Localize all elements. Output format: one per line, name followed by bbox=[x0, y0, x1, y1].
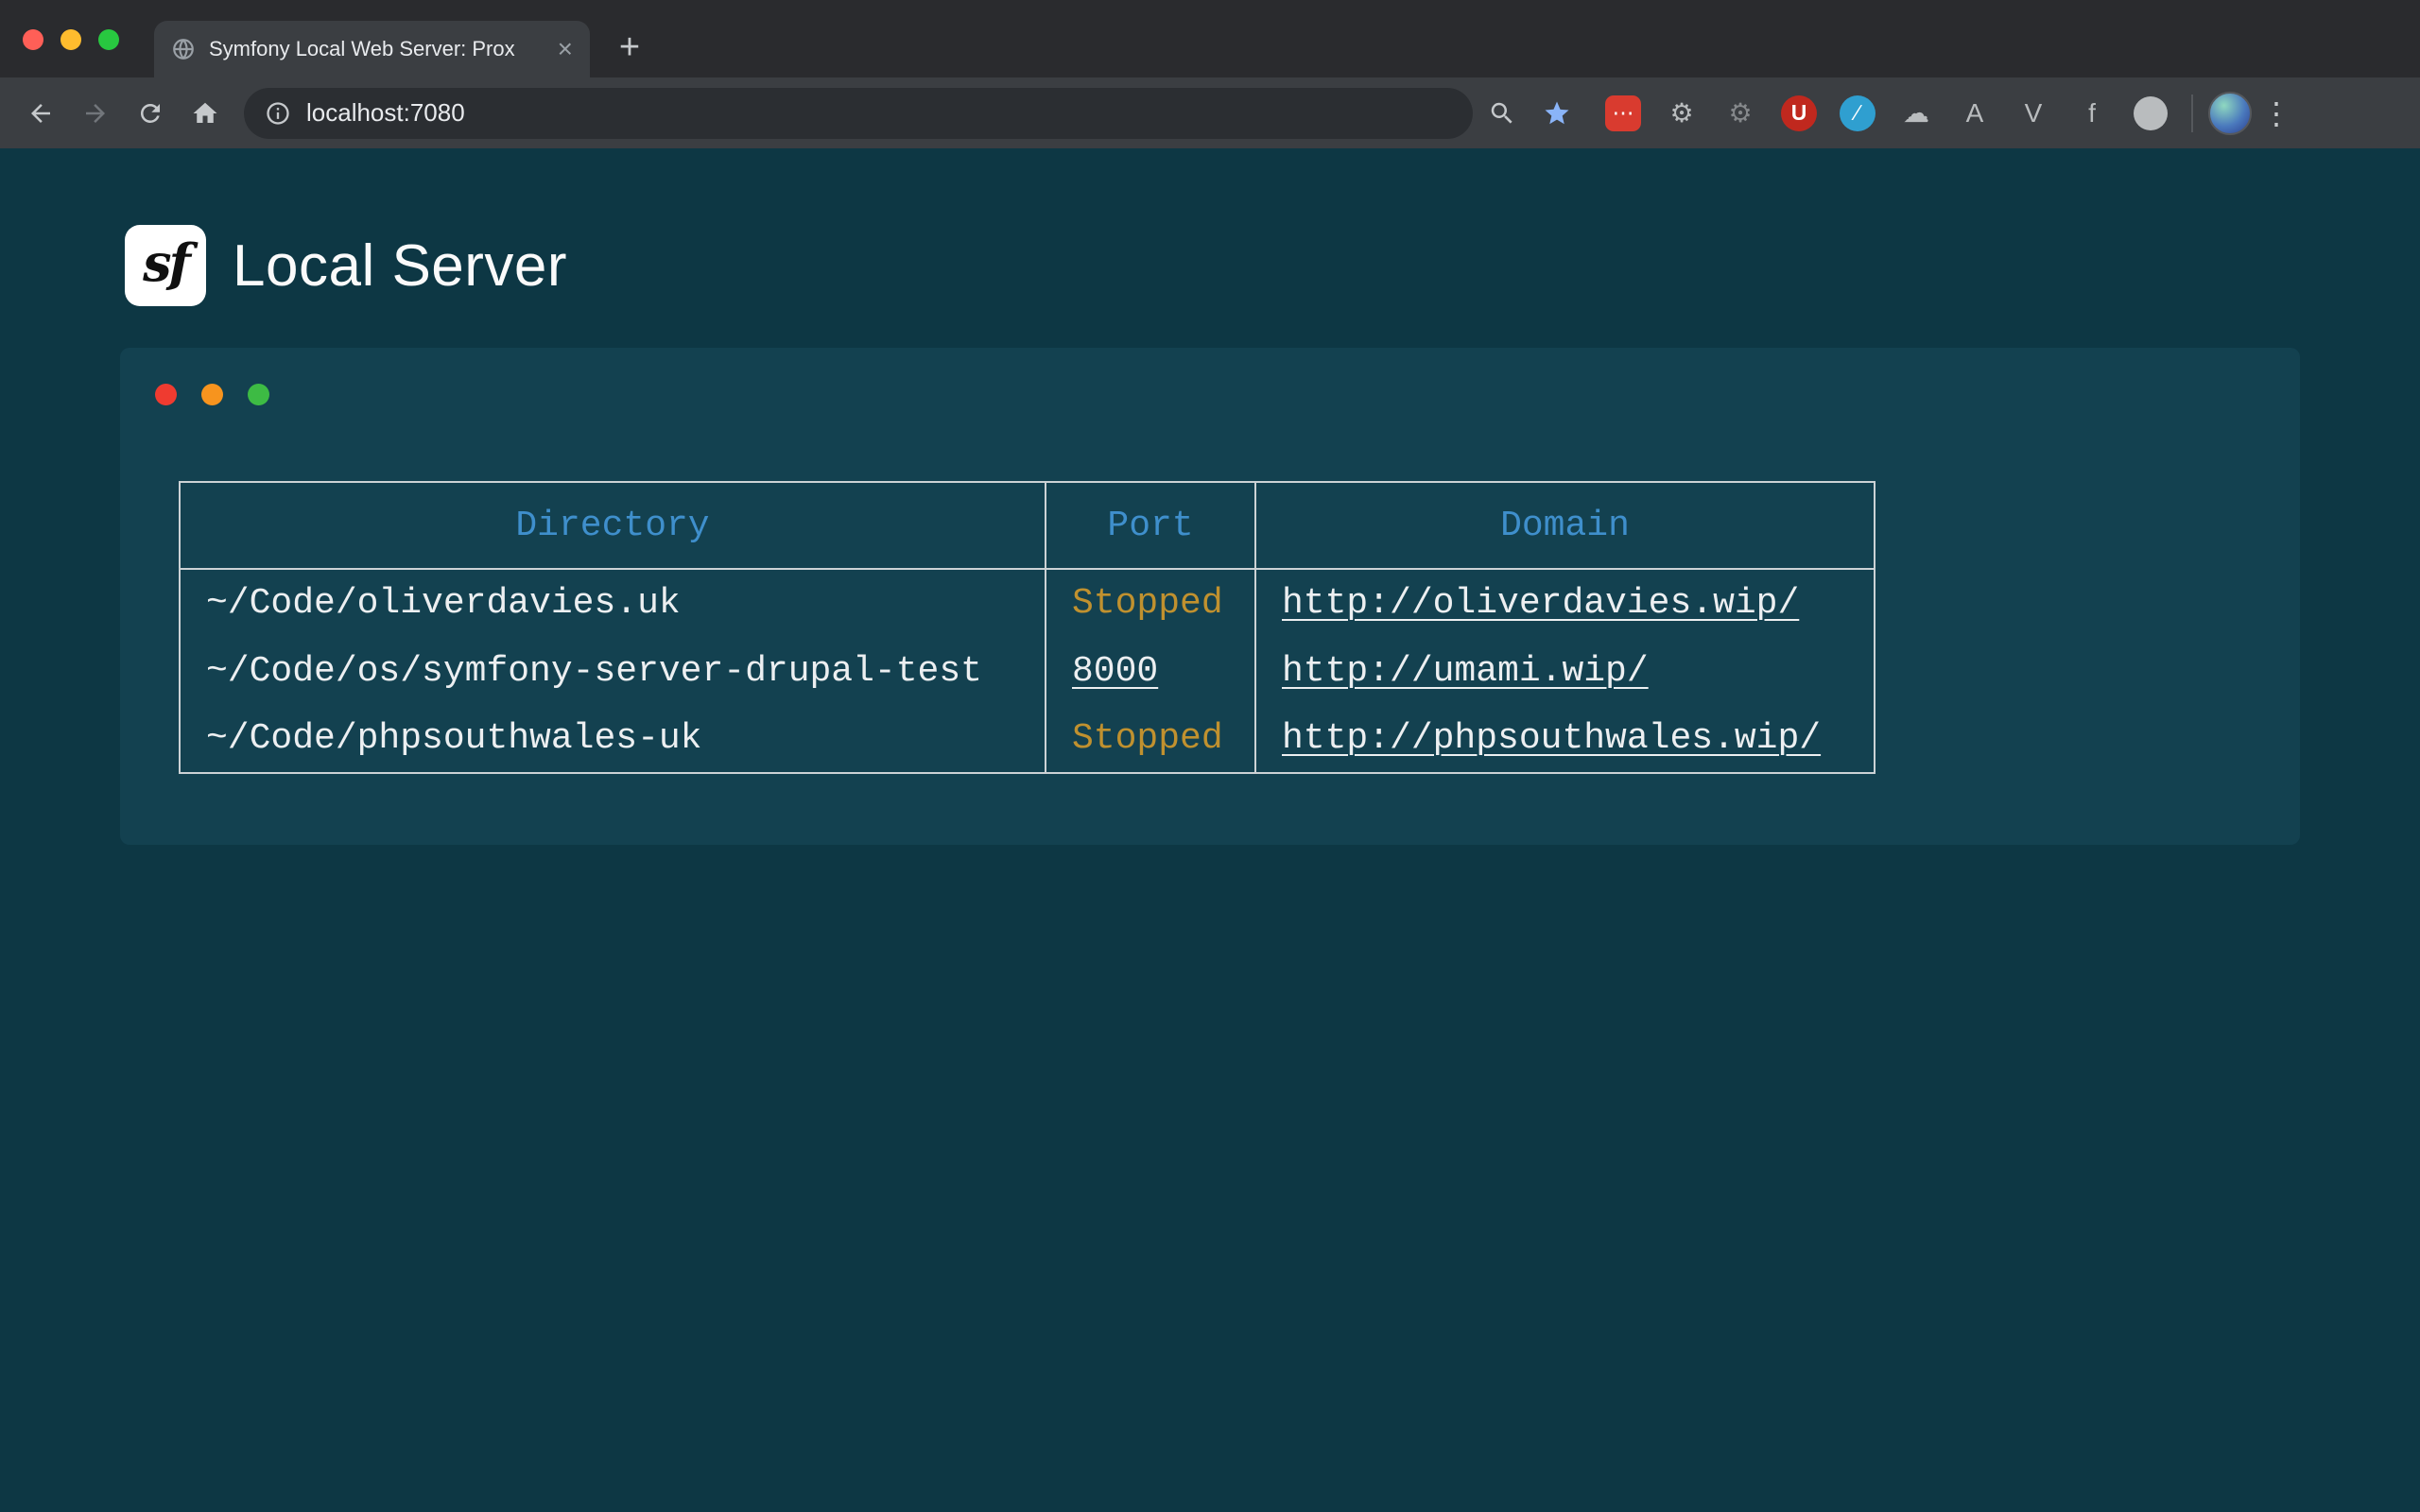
page-content: sf Local Server Directory Port Domain bbox=[0, 148, 2420, 1512]
table-header-row: Directory Port Domain bbox=[180, 482, 1875, 569]
table-row: ~/Code/oliverdavies.uk Stopped http://ol… bbox=[180, 569, 1875, 637]
ublock-extension-icon[interactable]: U bbox=[1773, 88, 1824, 139]
domain-cell: http://oliverdavies.wip/ bbox=[1255, 569, 1875, 637]
window-close-button[interactable] bbox=[23, 29, 43, 50]
zoom-icon bbox=[1488, 99, 1516, 128]
port-cell: 8000 bbox=[1046, 637, 1255, 705]
panel-green-dot bbox=[248, 384, 269, 405]
home-button[interactable] bbox=[180, 88, 231, 139]
window-controls bbox=[23, 29, 119, 50]
home-icon bbox=[191, 99, 219, 128]
column-header-directory: Directory bbox=[180, 482, 1046, 569]
browser-toolbar: localhost:7080 ⋯ ⚙ ⚙ U ∕ ☁ A V f ⋮ bbox=[0, 77, 2420, 148]
extensions-bar: ⋯ ⚙ ⚙ U ∕ ☁ A V f bbox=[1598, 88, 2176, 139]
page-title: Local Server bbox=[233, 232, 567, 300]
new-tab-button[interactable]: + bbox=[603, 21, 656, 74]
v-extension-icon[interactable]: V bbox=[2008, 88, 2059, 139]
zoom-button[interactable] bbox=[1477, 88, 1528, 139]
back-button[interactable] bbox=[15, 88, 66, 139]
gear-dark-glyph: ⚙ bbox=[1728, 97, 1752, 129]
info-icon[interactable] bbox=[265, 100, 291, 127]
blue-circle-extension-icon[interactable]: ∕ bbox=[1832, 88, 1883, 139]
star-icon bbox=[1543, 99, 1571, 128]
dots-extension-glyph: ⋯ bbox=[1605, 95, 1641, 131]
cloud-extension-icon[interactable]: ☁ bbox=[1891, 88, 1942, 139]
url-text[interactable]: localhost:7080 bbox=[306, 98, 465, 128]
tab-close-icon[interactable]: × bbox=[558, 36, 573, 62]
brand-header: sf Local Server bbox=[125, 225, 2420, 306]
toolbar-divider bbox=[2191, 94, 2193, 132]
gear-light-extension-icon[interactable]: ⚙ bbox=[1656, 88, 1707, 139]
tab-strip: Symfony Local Web Server: Prox × + bbox=[0, 0, 2420, 77]
column-header-domain: Domain bbox=[1255, 482, 1875, 569]
domain-link[interactable]: http://umami.wip/ bbox=[1282, 651, 1649, 692]
server-panel: Directory Port Domain ~/Code/oliverdavie… bbox=[120, 348, 2300, 845]
domain-link[interactable]: http://phpsouthwales.wip/ bbox=[1282, 718, 1821, 759]
reload-icon bbox=[136, 99, 164, 128]
back-icon bbox=[26, 99, 55, 128]
a-extension-icon[interactable]: A bbox=[1949, 88, 2000, 139]
cloud-glyph: ☁ bbox=[1903, 97, 1929, 129]
bookmark-button[interactable] bbox=[1531, 88, 1582, 139]
port-cell: Stopped bbox=[1046, 569, 1255, 637]
directory-cell: ~/Code/os/symfony-server-drupal-test bbox=[180, 637, 1046, 705]
window-zoom-button[interactable] bbox=[98, 29, 119, 50]
servers-table: Directory Port Domain ~/Code/oliverdavie… bbox=[179, 481, 1876, 774]
browser-window: Symfony Local Web Server: Prox × + local… bbox=[0, 0, 2420, 1512]
forward-icon bbox=[81, 99, 110, 128]
port-cell: Stopped bbox=[1046, 705, 1255, 773]
github-extension-icon[interactable] bbox=[2125, 88, 2176, 139]
column-header-port: Port bbox=[1046, 482, 1255, 569]
status-badge: Stopped bbox=[1072, 718, 1223, 759]
reload-button[interactable] bbox=[125, 88, 176, 139]
blue-circle-glyph: ∕ bbox=[1840, 95, 1876, 131]
address-bar[interactable]: localhost:7080 bbox=[244, 88, 1473, 139]
f-glyph: f bbox=[2088, 98, 2096, 129]
dots-extension-icon[interactable]: ⋯ bbox=[1598, 88, 1649, 139]
table-row: ~/Code/phpsouthwales-uk Stopped http://p… bbox=[180, 705, 1875, 773]
ublock-glyph: U bbox=[1781, 95, 1817, 131]
status-badge: Stopped bbox=[1072, 583, 1223, 624]
forward-button[interactable] bbox=[70, 88, 121, 139]
domain-cell: http://phpsouthwales.wip/ bbox=[1255, 705, 1875, 773]
github-glyph bbox=[2134, 96, 2168, 130]
panel-window-dots bbox=[120, 348, 2300, 405]
gear-light-glyph: ⚙ bbox=[1669, 97, 1693, 129]
browser-menu-button[interactable]: ⋮ bbox=[2256, 95, 2297, 131]
directory-cell: ~/Code/oliverdavies.uk bbox=[180, 569, 1046, 637]
domain-link[interactable]: http://oliverdavies.wip/ bbox=[1282, 583, 1799, 624]
symfony-logo: sf bbox=[125, 225, 206, 306]
symfony-logo-glyph: sf bbox=[143, 232, 188, 299]
directory-cell: ~/Code/phpsouthwales-uk bbox=[180, 705, 1046, 773]
tab-title: Symfony Local Web Server: Prox bbox=[209, 37, 544, 61]
window-minimize-button[interactable] bbox=[60, 29, 81, 50]
panel-red-dot bbox=[155, 384, 177, 405]
domain-cell: http://umami.wip/ bbox=[1255, 637, 1875, 705]
globe-icon bbox=[171, 37, 196, 61]
table-row: ~/Code/os/symfony-server-drupal-test 800… bbox=[180, 637, 1875, 705]
port-link[interactable]: 8000 bbox=[1072, 651, 1158, 692]
browser-tab[interactable]: Symfony Local Web Server: Prox × bbox=[154, 21, 590, 77]
v-glyph: V bbox=[2025, 98, 2043, 129]
a-glyph: A bbox=[1966, 98, 1984, 129]
gear-dark-extension-icon[interactable]: ⚙ bbox=[1715, 88, 1766, 139]
profile-avatar[interactable] bbox=[2208, 92, 2252, 135]
panel-orange-dot bbox=[201, 384, 223, 405]
f-extension-icon[interactable]: f bbox=[2066, 88, 2118, 139]
